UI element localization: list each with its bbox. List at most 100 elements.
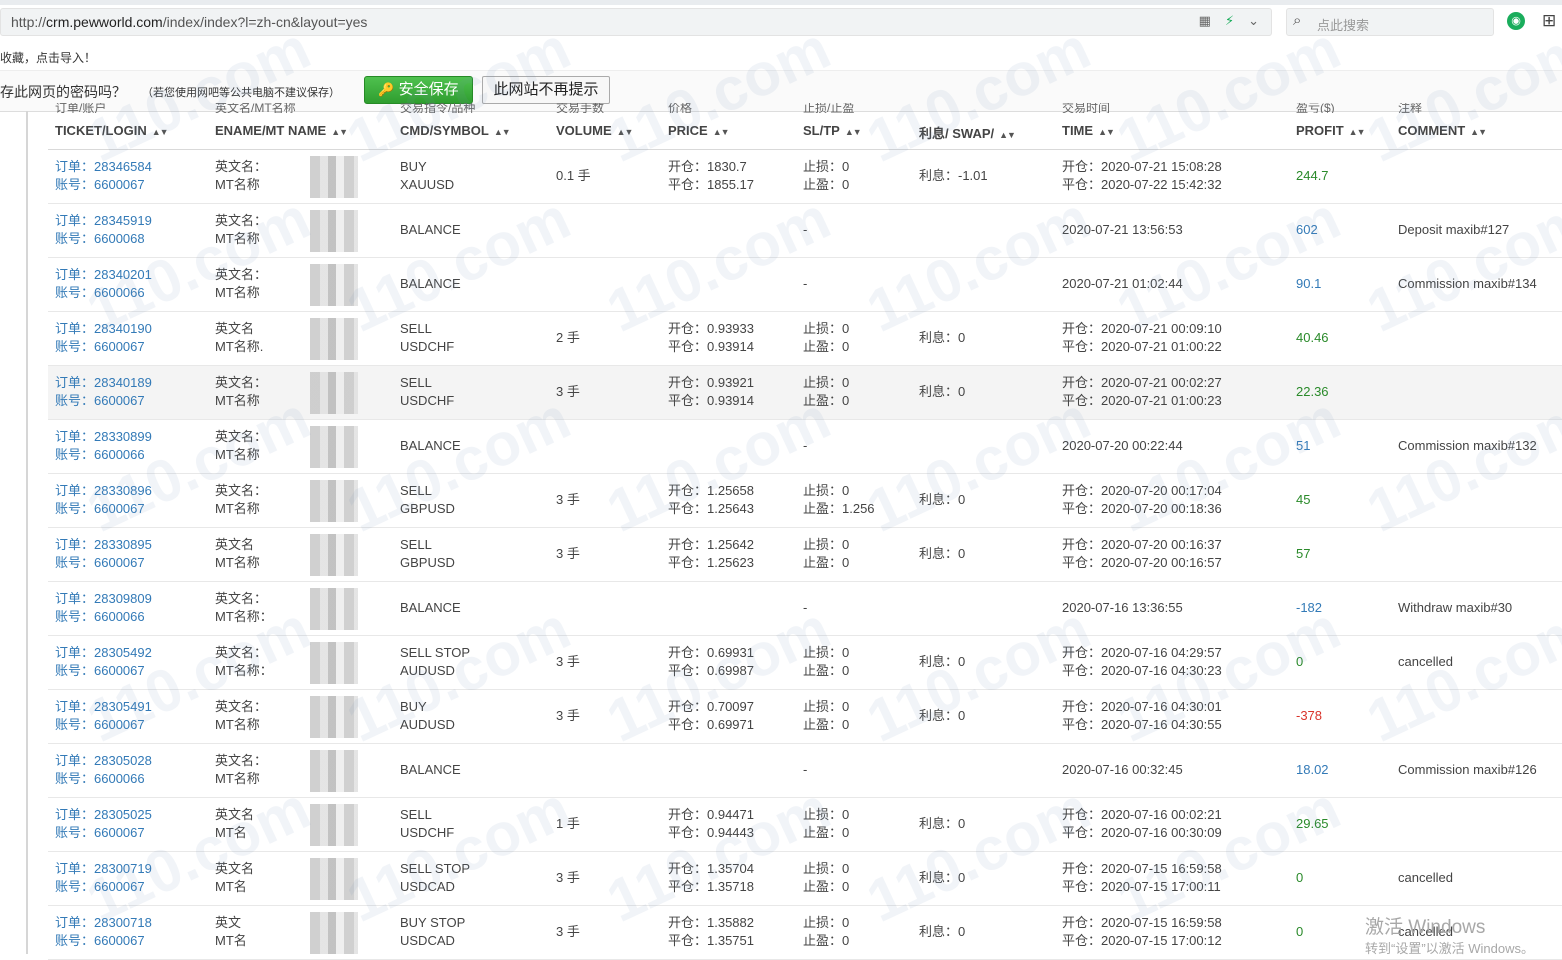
table-row[interactable]: 订单：28300718 账号：6600067 英文 MT名 BUY STOP USDCAD… <box>48 906 1562 960</box>
bookmark-import-hint[interactable]: 收藏，点击导入！ <box>0 49 96 66</box>
ticket-link[interactable]: 订单：28300719 <box>55 860 152 878</box>
time-value: 2020-07-20 00:22:44 <box>1062 438 1183 453</box>
cmd-value: BALANCE <box>400 276 461 291</box>
ticket-link[interactable]: 订单：28330896 <box>55 482 152 500</box>
login-link[interactable]: 账号：6600067 <box>55 392 145 410</box>
profit-value: 51 <box>1296 438 1311 453</box>
login-link[interactable]: 账号：6600067 <box>55 932 145 950</box>
table-row[interactable]: 订单：28330899 账号：6600066 英文名： MT名称 BALANCE - 202… <box>48 420 1562 474</box>
login-link[interactable]: 账号：6600066 <box>55 446 145 464</box>
login-link[interactable]: 账号：6600066 <box>55 770 145 788</box>
comment-value: Commission maxib#134 <box>1398 276 1537 291</box>
sort-icon[interactable]: ▲▼ <box>494 127 511 137</box>
volume-value: 3 手 <box>556 708 580 723</box>
sort-icon[interactable]: ▲▼ <box>331 127 348 137</box>
column-header-zh: 交易手数 <box>556 103 605 113</box>
profit-value: 0 <box>1296 654 1304 669</box>
login-link[interactable]: 账号：6600066 <box>55 608 145 626</box>
sort-icon[interactable]: ▲▼ <box>845 127 862 137</box>
login-link[interactable]: 账号：6600067 <box>55 716 145 734</box>
comment-value: Withdraw maxib#30 <box>1398 600 1513 615</box>
profit-value: 40.46 <box>1296 330 1329 345</box>
ticket-link[interactable]: 订单：28305492 <box>55 644 152 662</box>
table-row[interactable]: 订单：28305492 账号：6600067 英文名： MT名称： SELL STOP A… <box>48 636 1562 690</box>
safe-save-button[interactable]: 🔑 安全保存 <box>364 76 473 104</box>
sort-icon[interactable]: ▲▼ <box>999 130 1016 140</box>
volume-value: 3 手 <box>556 384 580 399</box>
login-link[interactable]: 账号：6600067 <box>55 338 145 356</box>
close-time: 平仓：2020-07-16 00:30:09 <box>1062 825 1222 840</box>
login-link[interactable]: 账号：6600067 <box>55 500 145 518</box>
table-row[interactable]: 订单：28340189 账号：6600067 英文名： MT名称 SELL USDCHF 3… <box>48 366 1562 420</box>
sltp-empty: - <box>803 222 808 237</box>
table-row[interactable]: 订单：28330895 账号：6600067 英文名 MT名称 SELL GBPUSD 3 … <box>48 528 1562 582</box>
search-box[interactable]: ⌕ 点此搜索 <box>1286 8 1494 36</box>
sort-icon[interactable]: ▲▼ <box>617 127 634 137</box>
cmd-value: BUY STOP <box>400 915 466 930</box>
sort-icon[interactable]: ▲▼ <box>1098 127 1115 137</box>
ticket-link[interactable]: 订单：28330899 <box>55 428 152 446</box>
ticket-link[interactable]: 订单：28309809 <box>55 590 152 608</box>
login-link[interactable]: 账号：6600067 <box>55 824 145 842</box>
ticket-link[interactable]: 订单：28305025 <box>55 806 152 824</box>
chevron-down-icon[interactable]: ⌄ <box>1248 13 1259 29</box>
sort-icon[interactable]: ▲▼ <box>1349 127 1366 137</box>
apps-grid-icon[interactable]: ⊞ <box>1542 12 1556 30</box>
table-row[interactable]: 订单：28305025 账号：6600067 英文名 MT名 SELL USDCHF 1 手… <box>48 798 1562 852</box>
stop-loss: 止损：0 <box>803 321 850 336</box>
ename-label: 英文名： <box>215 267 268 282</box>
qr-code-icon[interactable]: ▦ <box>1199 13 1211 29</box>
ticket-link[interactable]: 订单：28346584 <box>55 158 152 176</box>
volume-value: 3 手 <box>556 924 580 939</box>
ticket-link[interactable]: 订单：28305028 <box>55 752 152 770</box>
ename-label: 英文名 <box>215 537 255 552</box>
comment-value: Deposit maxib#127 <box>1398 222 1510 237</box>
url-path: /index/index?l=zh-cn&layout=yes <box>162 14 368 30</box>
close-time: 平仓：2020-07-20 00:18:36 <box>1062 501 1222 516</box>
ticket-link[interactable]: 订单：28330895 <box>55 536 152 554</box>
volume-value: 3 手 <box>556 546 580 561</box>
login-link[interactable]: 账号：6600068 <box>55 230 145 248</box>
login-link[interactable]: 账号：6600067 <box>55 662 145 680</box>
table-row[interactable]: 订单：28340190 账号：6600067 英文名 MT名称. SELL USDCHF 2… <box>48 312 1562 366</box>
table-row[interactable]: 订单：28346584 账号：6600067 英文名： MT名称 BUY XAUUSD 0.… <box>48 150 1562 204</box>
never-prompt-button[interactable]: 此网站不再提示 <box>482 76 610 104</box>
ename-label: 英文 <box>215 915 242 930</box>
ticket-link[interactable]: 订单：28340189 <box>55 374 152 392</box>
take-profit: 止盈：0 <box>803 393 850 408</box>
stop-loss: 止损：0 <box>803 915 850 930</box>
search-icon: ⌕ <box>1293 12 1302 29</box>
ticket-link[interactable]: 订单：28340201 <box>55 266 152 284</box>
open-price: 开仓：1.35704 <box>668 861 754 876</box>
sort-icon[interactable]: ▲▼ <box>713 127 730 137</box>
table-row[interactable]: 订单：28305028 账号：6600066 英文名： MT名称 BALANCE - 202… <box>48 744 1562 798</box>
ticket-link[interactable]: 订单：28340190 <box>55 320 152 338</box>
cmd-value: BALANCE <box>400 222 461 237</box>
redacted-name <box>310 912 358 954</box>
address-bar[interactable]: http://crm.pewworld.com/index/index?l=zh… <box>0 8 1272 36</box>
table-row[interactable]: 订单：28345919 账号：6600068 英文名： MT名称 BALANCE - 202… <box>48 204 1562 258</box>
login-link[interactable]: 账号：6600067 <box>55 176 145 194</box>
ticket-link[interactable]: 订单：28300718 <box>55 914 152 932</box>
profit-value: 0 <box>1296 924 1304 939</box>
profit-value: 22.36 <box>1296 384 1329 399</box>
extension-icon[interactable]: ◉ <box>1507 12 1525 30</box>
table-row[interactable]: 订单：28309809 账号：6600066 英文名： MT名称： BALANCE - 20… <box>48 582 1562 636</box>
close-price: 平仓：1.35718 <box>668 879 754 894</box>
table-row[interactable]: 订单：28340201 账号：6600066 英文名： MT名称 BALANCE - 202… <box>48 258 1562 312</box>
table-row[interactable]: 订单：28300719 账号：6600067 英文名 MT名 SELL STOP USDC… <box>48 852 1562 906</box>
column-header-zh: 订单/账户 <box>55 103 107 113</box>
login-link[interactable]: 账号：6600066 <box>55 284 145 302</box>
login-link[interactable]: 账号：6600067 <box>55 554 145 572</box>
table-row[interactable]: 订单：28330896 账号：6600067 英文名： MT名称 SELL GBPUSD 3… <box>48 474 1562 528</box>
ticket-link[interactable]: 订单：28305491 <box>55 698 152 716</box>
login-link[interactable]: 账号：6600067 <box>55 878 145 896</box>
table-row[interactable]: 订单：28305491 账号：6600067 英文名： MT名称 BUY AUDUSD 3 … <box>48 690 1562 744</box>
sort-icon[interactable]: ▲▼ <box>1470 127 1487 137</box>
close-price: 平仓：0.69987 <box>668 663 754 678</box>
url-text[interactable]: http://crm.pewworld.com/index/index?l=zh… <box>11 14 367 30</box>
lightning-icon[interactable]: ⚡ <box>1225 13 1234 29</box>
symbol-value: USDCAD <box>400 933 455 948</box>
ticket-link[interactable]: 订单：28345919 <box>55 212 152 230</box>
sort-icon[interactable]: ▲▼ <box>152 127 169 137</box>
